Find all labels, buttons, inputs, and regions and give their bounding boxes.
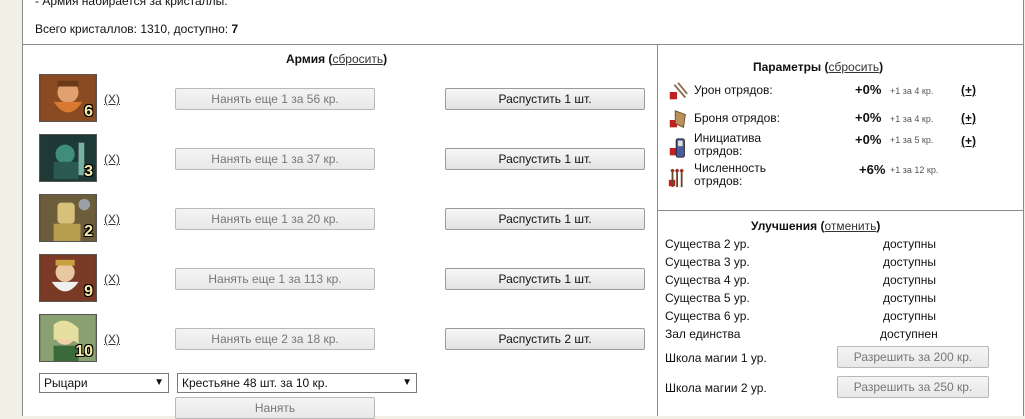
params-title: Параметры: [753, 60, 822, 74]
faction-select-value: Рыцари: [44, 376, 88, 390]
param-increase-link[interactable]: (+): [961, 111, 976, 125]
faction-select[interactable]: Рыцари ▼: [39, 373, 169, 393]
divider-top: [23, 44, 1023, 45]
crystals-total: Всего кристаллов: 1310, доступно: 7: [35, 22, 238, 36]
param-row: Инициатива отрядов: +0% +1 за 5 кр. (+): [667, 131, 1007, 164]
upgrade-name: Существа 6 ур.: [665, 309, 750, 323]
headcount-icon: [668, 168, 684, 188]
allow-magic-button[interactable]: Разрешить за 250 кр.: [837, 376, 989, 398]
upgrade-status: доступнен: [880, 327, 938, 341]
upgrade-status: доступны: [883, 291, 937, 305]
unit-count: 2: [84, 223, 93, 240]
crystals-available: 7: [231, 22, 239, 36]
upgrade-name: Существа 2 ур.: [665, 237, 750, 251]
elf-archer-portrait[interactable]: 10: [39, 314, 97, 362]
remove-unit-link[interactable]: (X): [104, 152, 120, 166]
upgrade-name: Существа 5 ур.: [665, 291, 750, 305]
unit-select-value: Крестьяне 48 шт. за 10 кр.: [182, 376, 328, 390]
hire-more-button[interactable]: Нанять еще 1 за 20 кр.: [175, 208, 375, 230]
chevron-down-icon: ▼: [402, 377, 412, 388]
dismiss-button[interactable]: Распустить 1 шт.: [445, 88, 645, 110]
divider-vertical: [657, 44, 658, 416]
unit-count: 9: [84, 283, 93, 300]
upgrade-status: доступны: [883, 273, 937, 287]
upgrade-name: Существа 3 ур.: [665, 255, 750, 269]
hire-more-button[interactable]: Нанять еще 1 за 113 кр.: [175, 268, 375, 290]
army-title: Армия: [286, 52, 326, 66]
param-label: Инициатива отрядов:: [694, 131, 762, 158]
dwarf-warrior-portrait[interactable]: 6: [39, 74, 97, 122]
upgrades-cancel-link[interactable]: отменить: [824, 219, 876, 233]
remove-unit-link[interactable]: (X): [104, 332, 120, 346]
param-increase-link[interactable]: (+): [961, 83, 976, 97]
dismiss-button[interactable]: Распустить 2 шт.: [445, 328, 645, 350]
upgrades-heading: Улучшения (отменить): [751, 219, 881, 233]
remove-unit-link[interactable]: (X): [104, 212, 120, 226]
param-value: +0%: [855, 110, 882, 125]
chevron-down-icon: ▼: [154, 377, 164, 388]
upgrade-name: Зал единства: [665, 327, 741, 341]
priest-portrait[interactable]: 9: [39, 254, 97, 302]
param-cost: +1 за 5 кр.: [890, 135, 934, 145]
upgrade-status: доступны: [883, 255, 937, 269]
crystals-label: Всего кристаллов: 1310, доступно:: [35, 22, 232, 36]
dismiss-button[interactable]: Распустить 1 шт.: [445, 208, 645, 230]
param-label: Броня отрядов:: [694, 111, 781, 125]
main-panel: - Армия набирается за кристаллы. Всего к…: [22, 0, 1024, 419]
armor-icon: [669, 110, 686, 128]
hire-more-button[interactable]: Нанять еще 2 за 18 кр.: [175, 328, 375, 350]
damage-icon: [669, 82, 688, 100]
magic-school-name: Школа магии 2 ур.: [665, 381, 767, 395]
upgrade-status: доступны: [883, 237, 937, 251]
upgrade-status: доступны: [883, 309, 937, 323]
param-row: Численность отрядов: +6% +1 за 12 кр.: [667, 161, 1007, 194]
unit-count: 6: [84, 103, 93, 120]
param-label: Численность отрядов:: [694, 161, 767, 188]
paladin-portrait[interactable]: 2: [39, 194, 97, 242]
initiative-icon: [669, 138, 685, 158]
undead-knight-portrait[interactable]: 3: [39, 134, 97, 182]
param-row: Урон отрядов: +0% +1 за 4 кр. (+): [667, 78, 1007, 108]
param-value: +0%: [855, 82, 882, 97]
unit-count: 3: [84, 163, 93, 180]
param-value: +6%: [859, 162, 886, 177]
divider-right: [658, 210, 1023, 211]
upgrade-name: Существа 4 ур.: [665, 273, 750, 287]
param-label: Урон отрядов:: [694, 83, 773, 97]
param-cost: +1 за 4 кр.: [890, 114, 934, 124]
allow-magic-button[interactable]: Разрешить за 200 кр.: [837, 346, 989, 368]
recruit-note: - Армия набирается за кристаллы.: [35, 0, 228, 8]
param-cost: +1 за 12 кр.: [890, 165, 939, 175]
unit-count: 10: [75, 343, 93, 360]
params-reset-link[interactable]: сбросить: [829, 60, 880, 74]
army-heading: Армия (сбросить): [286, 52, 388, 66]
hire-more-button[interactable]: Нанять еще 1 за 37 кр.: [175, 148, 375, 170]
dismiss-button[interactable]: Распустить 1 шт.: [445, 268, 645, 290]
param-cost: +1 за 4 кр.: [890, 86, 934, 96]
remove-unit-link[interactable]: (X): [104, 272, 120, 286]
army-reset-link[interactable]: сбросить: [332, 52, 383, 66]
magic-school-name: Школа магии 1 ур.: [665, 351, 767, 365]
remove-unit-link[interactable]: (X): [104, 92, 120, 106]
unit-select[interactable]: Крестьяне 48 шт. за 10 кр. ▼: [177, 373, 417, 393]
param-value: +0%: [855, 132, 882, 147]
hire-more-button[interactable]: Нанять еще 1 за 56 кр.: [175, 88, 375, 110]
dismiss-button[interactable]: Распустить 1 шт.: [445, 148, 645, 170]
param-increase-link[interactable]: (+): [961, 134, 976, 148]
upgrades-title: Улучшения: [751, 219, 818, 233]
params-heading: Параметры (сбросить): [753, 60, 884, 74]
